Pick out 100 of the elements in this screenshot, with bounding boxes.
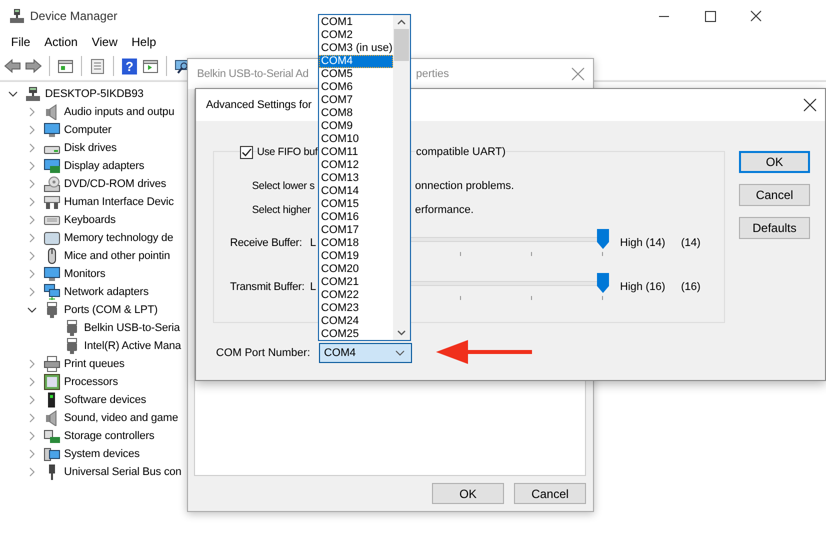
- dropdown-option[interactable]: COM22: [319, 289, 393, 302]
- tree-item[interactable]: Universal Serial Bus con: [64, 466, 182, 478]
- dropdown-option[interactable]: COM4: [319, 55, 393, 68]
- dropdown-option[interactable]: COM6: [319, 81, 393, 94]
- chevron-down-icon: [395, 350, 405, 356]
- tree-item[interactable]: Intel(R) Active Mana: [84, 340, 182, 352]
- tree-item[interactable]: Software devices: [64, 394, 146, 406]
- dropdown-option[interactable]: COM18: [319, 237, 393, 250]
- computer-icon: [25, 86, 41, 102]
- dropdown-option[interactable]: COM16: [319, 211, 393, 224]
- dropdown-option[interactable]: COM13: [319, 172, 393, 185]
- document-icon[interactable]: [89, 58, 106, 74]
- tree-item[interactable]: Sound, video and game: [64, 412, 178, 424]
- slider-label: Transmit Buffer:: [230, 281, 306, 293]
- port-icon: [44, 302, 60, 318]
- slider-max-label: High (14): [620, 237, 666, 249]
- dropdown-option[interactable]: COM10: [319, 133, 393, 146]
- menu-item[interactable]: File: [4, 35, 38, 49]
- app-icon: [9, 8, 25, 24]
- scrollbar-thumb[interactable]: [394, 29, 409, 61]
- dialog-button[interactable]: Defaults: [739, 217, 810, 239]
- slider-label: Receive Buffer:: [230, 237, 304, 249]
- tree-item[interactable]: Memory technology de: [64, 232, 174, 244]
- dropdown-option[interactable]: COM11: [319, 146, 393, 159]
- tree-item[interactable]: Belkin USB-to-Seria: [84, 322, 180, 334]
- slider-thumb[interactable]: [597, 229, 609, 249]
- field-label: COM Port Number:: [216, 347, 312, 359]
- dialog-button[interactable]: OK: [739, 151, 810, 173]
- forward-arrow-icon[interactable]: [25, 58, 42, 74]
- menu-item[interactable]: View: [84, 35, 124, 49]
- dropdown-option[interactable]: COM2: [319, 29, 393, 42]
- slider-value: (16): [681, 281, 701, 293]
- slider-min-label: L: [310, 281, 318, 293]
- tree-item[interactable]: Monitors: [64, 268, 106, 280]
- hint-text: erformance.: [415, 204, 474, 216]
- system-icon: [44, 446, 60, 462]
- dropdown-option[interactable]: COM20: [319, 263, 393, 276]
- dropdown-option[interactable]: COM7: [319, 94, 393, 107]
- tree-item[interactable]: Disk drives: [64, 142, 117, 154]
- tree-item[interactable]: Mice and other pointin: [64, 250, 170, 262]
- hint-text: Select lower s: [252, 180, 315, 192]
- dialog-button[interactable]: Cancel: [514, 483, 586, 504]
- printer-icon: [44, 356, 60, 372]
- slider-max-label: High (16): [620, 281, 666, 293]
- network-icon: [44, 284, 60, 300]
- check-icon: [241, 146, 252, 158]
- scrollbar[interactable]: [393, 15, 410, 340]
- tree-item[interactable]: Keyboards: [64, 214, 116, 226]
- tree-item[interactable]: DVD/CD-ROM drives: [64, 178, 166, 190]
- port-icon: [64, 338, 80, 354]
- disc-drive-icon: [44, 176, 60, 192]
- tree-item[interactable]: Audio inputs and outpu: [64, 106, 174, 118]
- dropdown-option[interactable]: COM5: [319, 68, 393, 81]
- dropdown-option[interactable]: COM24: [319, 315, 393, 328]
- dropdown-option[interactable]: COM21: [319, 276, 393, 289]
- slider-thumb[interactable]: [597, 273, 609, 293]
- port-icon: [64, 320, 80, 336]
- tree-item[interactable]: Ports (COM & LPT): [64, 304, 158, 316]
- dropdown-option[interactable]: COM1: [319, 16, 393, 29]
- dropdown-option[interactable]: COM3 (in use): [319, 42, 393, 55]
- dropdown-option[interactable]: COM14: [319, 185, 393, 198]
- memory-card-icon: [44, 230, 60, 246]
- dropdown-option[interactable]: COM8: [319, 107, 393, 120]
- checkbox-label[interactable]: Use FIFO buf: [257, 146, 318, 158]
- window-title: Device Manager: [30, 9, 118, 23]
- dropdown-option[interactable]: COM25: [319, 328, 393, 341]
- close-icon[interactable]: [803, 98, 817, 112]
- dropdown-option[interactable]: COM15: [319, 198, 393, 211]
- menu-item[interactable]: Help: [124, 35, 164, 49]
- monitor-icon: [44, 266, 60, 282]
- slider-value: (14): [681, 237, 701, 249]
- checkbox-label[interactable]: compatible UART): [416, 146, 506, 158]
- dropdown-option[interactable]: COM19: [319, 250, 393, 263]
- dropdown-field[interactable]: COM4: [319, 343, 412, 363]
- dialog-button[interactable]: OK: [432, 483, 504, 504]
- tree-item[interactable]: Processors: [64, 376, 118, 388]
- dialog-title: Advanced Settings for: [206, 99, 312, 111]
- tree-item[interactable]: System devices: [64, 448, 140, 460]
- dropdown-option[interactable]: COM12: [319, 159, 393, 172]
- controller-icon: [44, 194, 60, 210]
- help-icon[interactable]: ?: [121, 58, 138, 74]
- tree-item[interactable]: Print queues: [64, 358, 125, 370]
- dropdown-option[interactable]: COM17: [319, 224, 393, 237]
- display-card-icon: [44, 158, 60, 174]
- back-arrow-icon[interactable]: [4, 58, 21, 74]
- tree-item[interactable]: Display adapters: [64, 160, 144, 172]
- checkbox[interactable]: [240, 146, 253, 158]
- hint-text: onnection problems.: [415, 180, 514, 192]
- tree-item[interactable]: Network adapters: [64, 286, 149, 298]
- menu-item[interactable]: Action: [37, 35, 85, 49]
- hint-text: Select higher: [252, 204, 311, 216]
- dropdown-option[interactable]: COM23: [319, 302, 393, 315]
- tree-item[interactable]: Human Interface Devic: [64, 196, 174, 208]
- slider-min-label: L: [310, 237, 318, 249]
- tree-item[interactable]: Storage controllers: [64, 430, 154, 442]
- tree-item[interactable]: DESKTOP-5IKDB93: [45, 88, 144, 100]
- dropdown-option[interactable]: COM9: [319, 120, 393, 133]
- dialog-title: Belkin USB-to-Serial Ad: [197, 68, 309, 80]
- tree-item[interactable]: Computer: [64, 124, 112, 136]
- dialog-button[interactable]: Cancel: [739, 184, 810, 206]
